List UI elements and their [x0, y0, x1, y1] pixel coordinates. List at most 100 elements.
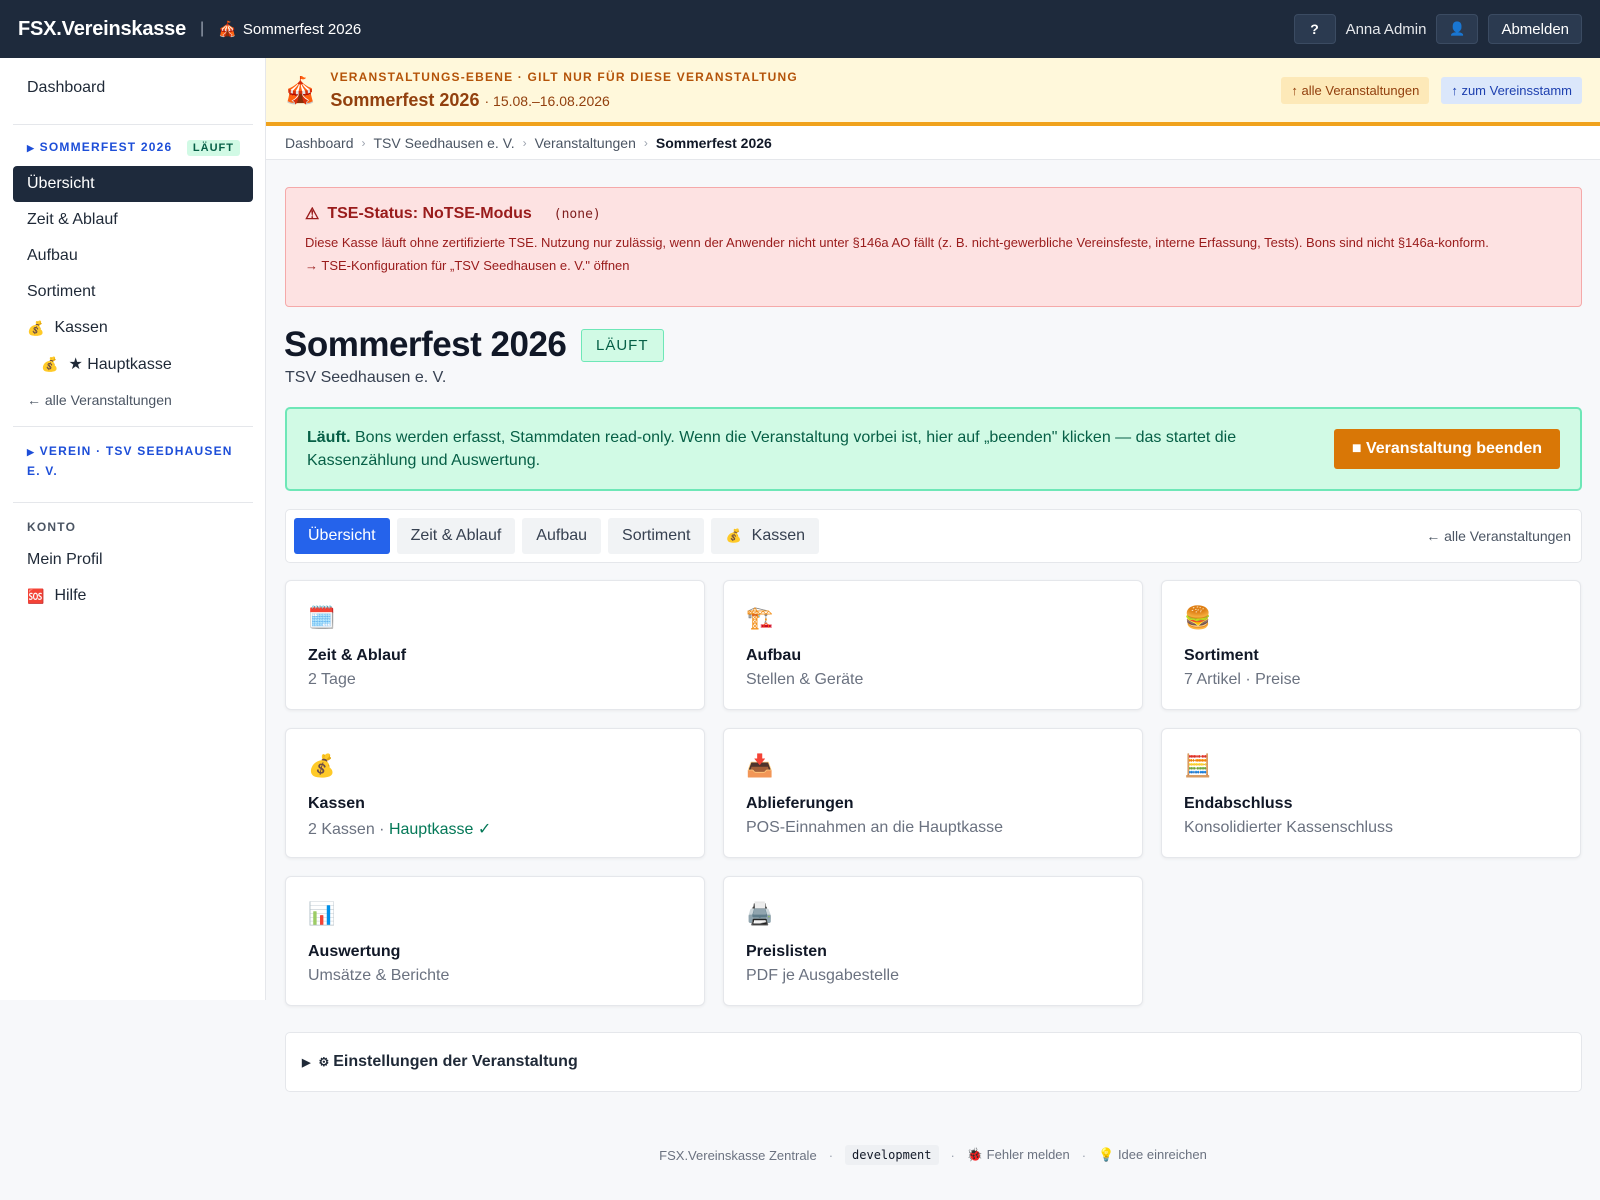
event-settings-label: Einstellungen der Veranstaltung	[333, 1053, 578, 1070]
breadcrumb: Dashboard › TSV Seedhausen e. V. › Veran…	[266, 126, 1600, 160]
sidebar-divider	[13, 124, 253, 125]
card-title: Endabschluss	[1184, 795, 1293, 812]
card-title: Preislisten	[746, 943, 827, 960]
sidebar-item-kassen-label: Kassen	[54, 319, 108, 336]
tse-mode-code: (none)	[553, 206, 601, 222]
all-events-button[interactable]: ↑ alle Veranstaltungen	[1281, 76, 1430, 104]
sidebar-item-zeit-ablauf[interactable]: Zeit & Ablauf	[13, 202, 253, 238]
card-subtitle-text: 2 Kassen ·	[308, 821, 389, 838]
club-master-button[interactable]: ↑ zum Vereinsstamm	[1441, 76, 1582, 104]
tab-uebersicht[interactable]: Übersicht	[294, 518, 390, 554]
card-endabschluss[interactable]: 🧮 Endabschluss Konsolidierter Kassenschl…	[1161, 728, 1581, 858]
top-bar: FSX.Vereinskasse | 🎪 Sommerfest 2026 ? A…	[0, 0, 1600, 58]
card-auswertung[interactable]: 📊 Auswertung Umsätze & Berichte	[285, 876, 705, 1006]
sidebar-item-help[interactable]: 🆘 Hilfe	[13, 578, 253, 614]
card-title: Auswertung	[308, 943, 401, 960]
sidebar-section-event[interactable]: ▶ SOMMERFEST 2026 LÄUFT	[27, 140, 240, 156]
card-ablieferungen[interactable]: 📥 Ablieferungen POS-Einnahmen an die Hau…	[723, 728, 1143, 858]
submit-idea-link[interactable]: 💡 Idee einreichen	[1098, 1147, 1207, 1163]
end-event-button[interactable]: ■ Veranstaltung beenden	[1333, 429, 1560, 469]
running-notice-body: Bons werden erfasst, Stammdaten read-onl…	[307, 429, 1237, 469]
card-subtitle: 2 Kassen · Hauptkasse ✓	[308, 819, 682, 839]
tab-zeit-ablauf[interactable]: Zeit & Ablauf	[396, 518, 516, 554]
brand-logo[interactable]: FSX.Vereinskasse	[18, 18, 186, 41]
status-badge: LÄUFT	[581, 329, 664, 362]
sidebar-section-verein-label-1: VEREIN · TSV SEEDHAUSEN	[39, 444, 233, 458]
money-bag-icon: 💰	[725, 528, 742, 543]
tse-config-link[interactable]: → TSE-Konfiguration für „TSV Seedhausen …	[305, 258, 1562, 273]
footer-separator: ·	[828, 1147, 834, 1163]
tab-aufbau[interactable]: Aufbau	[522, 518, 602, 554]
sidebar-item-hauptkasse[interactable]: 💰 ★ Hauptkasse	[13, 346, 253, 382]
sidebar-section-verein-label-2: E. V.	[27, 464, 58, 478]
user-icon[interactable]: 👤	[1436, 14, 1479, 44]
tse-warning-header: ⚠ TSE-Status: NoTSE-Modus (none)	[305, 204, 1562, 224]
running-notice: Läuft. Bons werden erfasst, Stammdaten r…	[285, 407, 1582, 491]
sidebar-divider	[13, 426, 253, 427]
inbox-tray-icon: 📥	[746, 753, 774, 778]
report-bug-link[interactable]: 🐞 Fehler melden	[967, 1147, 1070, 1163]
hauptkasse-ok-label: Hauptkasse ✓	[388, 821, 492, 838]
footer-brand: FSX.Vereinskasse Zentrale	[659, 1147, 817, 1163]
sidebar-item-kassen[interactable]: 💰 Kassen	[13, 310, 253, 346]
current-event[interactable]: 🎪 Sommerfest 2026	[218, 20, 361, 39]
tse-warning: ⚠ TSE-Status: NoTSE-Modus (none) Diese K…	[285, 187, 1582, 307]
sidebar-item-aufbau[interactable]: Aufbau	[13, 238, 253, 274]
card-preislisten[interactable]: 🖨️ Preislisten PDF je Ausgabestelle	[723, 876, 1143, 1006]
event-level-label: VERANSTALTUNGS-EBENE · GILT NUR FÜR DIES…	[330, 69, 798, 84]
all-events-link[interactable]: ← alle Veranstaltungen	[1426, 528, 1571, 544]
chevron-right-icon: ›	[361, 135, 366, 150]
card-title: Aufbau	[746, 647, 802, 664]
calendar-icon: 🗓️	[308, 605, 336, 630]
sidebar-back-link[interactable]: ← alle Veranstaltungen	[27, 392, 172, 408]
card-title: Sortiment	[1184, 647, 1259, 664]
chevron-right-icon: ›	[643, 135, 648, 150]
card-subtitle: Stellen & Geräte	[746, 671, 864, 688]
breadcrumb-club[interactable]: TSV Seedhausen e. V.	[374, 135, 515, 151]
sidebar-section-event-label: SOMMERFEST 2026	[39, 140, 173, 154]
sidebar-item-help-label: Hilfe	[54, 587, 87, 604]
running-notice-bold: Läuft.	[307, 429, 351, 446]
breadcrumb-current: Sommerfest 2026	[655, 134, 772, 151]
card-title: Kassen	[308, 795, 365, 812]
triangle-right-icon: ▶	[27, 143, 36, 153]
sidebar-item-sortiment[interactable]: Sortiment	[13, 274, 253, 310]
footer-separator: ·	[1081, 1147, 1087, 1163]
breadcrumb-events[interactable]: Veranstaltungen	[535, 135, 636, 151]
tse-warning-title: TSE-Status: NoTSE-Modus	[327, 205, 532, 222]
sidebar-item-profile[interactable]: Mein Profil	[13, 542, 253, 578]
sidebar-item-uebersicht[interactable]: Übersicht	[13, 166, 253, 202]
card-zeit-ablauf[interactable]: 🗓️ Zeit & Ablauf 2 Tage	[285, 580, 705, 710]
card-kassen[interactable]: 💰 Kassen 2 Kassen · Hauptkasse ✓	[285, 728, 705, 858]
sidebar-divider	[13, 502, 253, 503]
triangle-right-icon: ▶	[302, 1056, 311, 1069]
page-subtitle: TSV Seedhausen e. V.	[285, 369, 447, 386]
triangle-right-icon: ▶	[27, 447, 36, 457]
card-aufbau[interactable]: 🏗️ Aufbau Stellen & Geräte	[723, 580, 1143, 710]
bug-icon: 🐞	[966, 1147, 984, 1162]
event-dates: · 15.08.–16.08.2026	[484, 92, 610, 109]
page-title: Sommerfest 2026	[284, 325, 567, 364]
card-title: Zeit & Ablauf	[308, 647, 407, 664]
event-settings-toggle[interactable]: ▶ ⚙ Einstellungen der Veranstaltung	[285, 1032, 1582, 1092]
tab-kassen[interactable]: 💰 Kassen	[711, 518, 820, 554]
card-subtitle: 7 Artikel · Preise	[1184, 671, 1301, 688]
sidebar-section-verein[interactable]: ▶ VEREIN · TSV SEEDHAUSEN E. V.	[27, 442, 233, 481]
breadcrumb-dashboard[interactable]: Dashboard	[285, 135, 354, 151]
logout-button[interactable]: Abmelden	[1488, 14, 1582, 44]
sos-icon: 🆘	[27, 587, 45, 604]
warning-icon: ⚠	[305, 206, 320, 223]
tab-kassen-label: Kassen	[751, 527, 806, 544]
card-subtitle: Umsätze & Berichte	[308, 967, 450, 984]
card-subtitle: 2 Tage	[308, 671, 356, 688]
sidebar: Dashboard ▶ SOMMERFEST 2026 LÄUFT Übersi…	[0, 58, 266, 1000]
running-notice-text: Läuft. Bons werden erfasst, Stammdaten r…	[307, 426, 1267, 472]
event-tabs: Übersicht Zeit & Ablauf Aufbau Sortiment…	[285, 509, 1582, 563]
event-level-info: VERANSTALTUNGS-EBENE · GILT NUR FÜR DIES…	[330, 70, 798, 111]
help-button[interactable]: ?	[1293, 14, 1336, 44]
sidebar-item-dashboard[interactable]: Dashboard	[13, 70, 253, 106]
footer: FSX.Vereinskasse Zentrale · development …	[0, 1145, 1600, 1165]
circus-tent-icon: 🎪	[284, 74, 317, 105]
card-sortiment[interactable]: 🍔 Sortiment 7 Artikel · Preise	[1161, 580, 1581, 710]
tab-sortiment[interactable]: Sortiment	[608, 518, 705, 554]
